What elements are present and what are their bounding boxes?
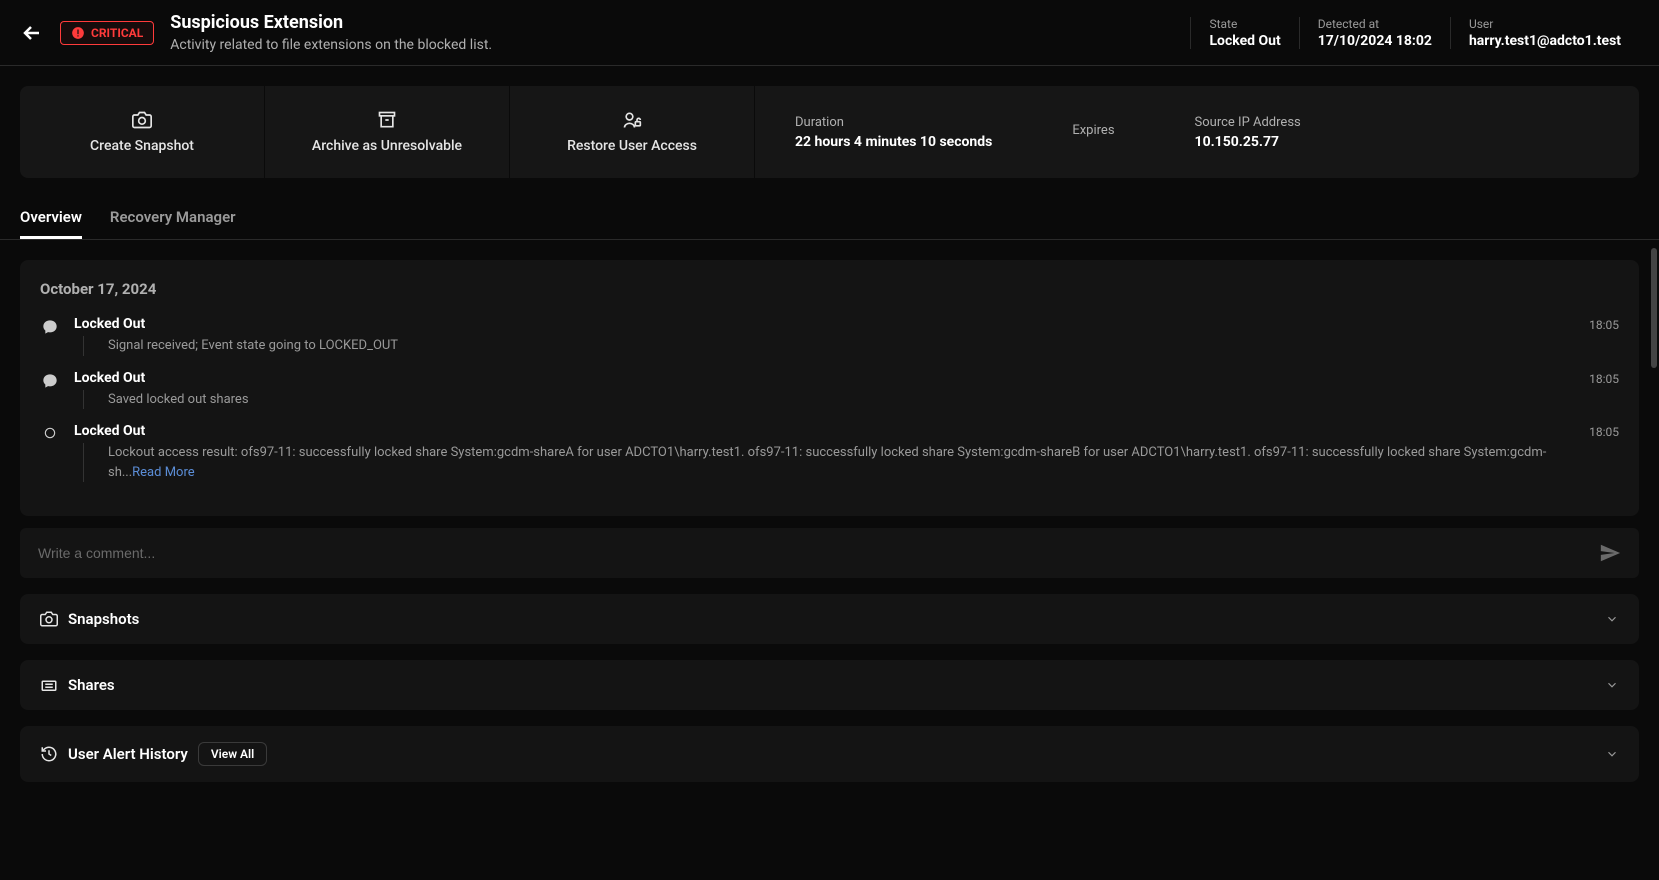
duration-value: 22 hours 4 minutes 10 seconds: [795, 134, 992, 150]
user-lock-icon: [622, 110, 642, 130]
title-block: Suspicious Extension Activity related to…: [170, 12, 1174, 53]
event-time: 18:05: [1589, 370, 1619, 410]
info-duration: Duration 22 hours 4 minutes 10 seconds: [795, 115, 992, 150]
snapshots-title: Snapshots: [68, 610, 139, 628]
history-icon: [40, 745, 58, 763]
content-area: October 17, 2024 Locked Out Signal recei…: [0, 240, 1659, 802]
tab-bar: Overview Recovery Manager: [0, 198, 1659, 240]
snapshots-panel[interactable]: Snapshots: [20, 594, 1639, 644]
duration-label: Duration: [795, 115, 992, 130]
restore-access-label: Restore User Access: [526, 138, 738, 154]
meta-user-value: harry.test1@adcto1.test: [1469, 33, 1621, 49]
timeline-card: October 17, 2024 Locked Out Signal recei…: [20, 260, 1639, 516]
event-time: 18:05: [1589, 423, 1619, 482]
page-subtitle: Activity related to file extensions on t…: [170, 37, 1174, 53]
shares-icon: [40, 676, 58, 694]
create-snapshot-label: Create Snapshot: [36, 138, 248, 154]
meta-state-value: Locked Out: [1209, 33, 1280, 49]
action-bar: Create Snapshot Archive as Unresolvable …: [20, 86, 1639, 178]
meta-state: State Locked Out: [1190, 17, 1298, 49]
alert-circle-icon: [71, 26, 85, 40]
meta-user: User harry.test1@adcto1.test: [1450, 17, 1639, 49]
chevron-down-icon: [1605, 747, 1619, 761]
meta-user-label: User: [1469, 17, 1621, 31]
restore-access-button[interactable]: Restore User Access: [510, 86, 755, 178]
archive-label: Archive as Unresolvable: [281, 138, 493, 154]
meta-state-label: State: [1209, 17, 1280, 31]
source-ip-value: 10.150.25.77: [1195, 134, 1301, 150]
event-title: Locked Out: [74, 423, 1575, 439]
comment-icon: [42, 319, 58, 335]
event-desc: Lockout access result: ofs97-11: success…: [83, 443, 1575, 482]
event-desc: Saved locked out shares: [83, 390, 1575, 410]
back-button[interactable]: [20, 21, 44, 45]
timeline-event: Locked Out Signal received; Event state …: [40, 316, 1619, 356]
event-desc: Signal received; Event state going to LO…: [83, 336, 1575, 356]
meta-detected-value: 17/10/2024 18:02: [1318, 33, 1432, 49]
circle-icon: [43, 426, 57, 440]
meta-detected-label: Detected at: [1318, 17, 1432, 31]
camera-icon: [132, 110, 152, 130]
severity-text: CRITICAL: [91, 26, 143, 40]
timeline-date: October 17, 2024: [40, 280, 1619, 298]
comment-box: [20, 528, 1639, 578]
event-title: Locked Out: [74, 316, 1575, 332]
create-snapshot-button[interactable]: Create Snapshot: [20, 86, 265, 178]
event-title: Locked Out: [74, 370, 1575, 386]
info-expires: Expires: [1072, 123, 1114, 142]
alert-history-panel[interactable]: User Alert History View All: [20, 726, 1639, 782]
alert-history-title: User Alert History: [68, 745, 188, 763]
timeline-event: Locked Out Saved locked out shares 18:05: [40, 370, 1619, 410]
event-desc-text: Lockout access result: ofs97-11: success…: [108, 445, 1546, 480]
arrow-left-icon: [20, 21, 44, 45]
comment-icon: [42, 373, 58, 389]
tab-recovery-manager[interactable]: Recovery Manager: [110, 198, 236, 239]
page-title: Suspicious Extension: [170, 12, 1174, 33]
send-button[interactable]: [1599, 542, 1621, 564]
read-more-link[interactable]: Read More: [132, 465, 194, 480]
shares-title: Shares: [68, 676, 115, 694]
event-time: 18:05: [1589, 316, 1619, 356]
archive-button[interactable]: Archive as Unresolvable: [265, 86, 510, 178]
send-icon: [1599, 542, 1621, 564]
timeline-event: Locked Out Lockout access result: ofs97-…: [40, 423, 1619, 482]
info-source-ip: Source IP Address 10.150.25.77: [1195, 115, 1301, 150]
tab-overview[interactable]: Overview: [20, 198, 82, 239]
header-meta: State Locked Out Detected at 17/10/2024 …: [1190, 17, 1639, 49]
view-all-button[interactable]: View All: [198, 742, 267, 766]
meta-detected: Detected at 17/10/2024 18:02: [1299, 17, 1450, 49]
comment-input[interactable]: [38, 545, 1599, 561]
chevron-down-icon: [1605, 678, 1619, 692]
archive-icon: [377, 110, 397, 130]
page-header: CRITICAL Suspicious Extension Activity r…: [0, 0, 1659, 66]
camera-icon: [40, 610, 58, 628]
severity-badge: CRITICAL: [60, 21, 154, 45]
source-ip-label: Source IP Address: [1195, 115, 1301, 130]
shares-panel[interactable]: Shares: [20, 660, 1639, 710]
scrollbar-thumb[interactable]: [1651, 248, 1657, 368]
info-block: Duration 22 hours 4 minutes 10 seconds E…: [755, 86, 1639, 178]
expires-label: Expires: [1072, 123, 1114, 138]
chevron-down-icon: [1605, 612, 1619, 626]
